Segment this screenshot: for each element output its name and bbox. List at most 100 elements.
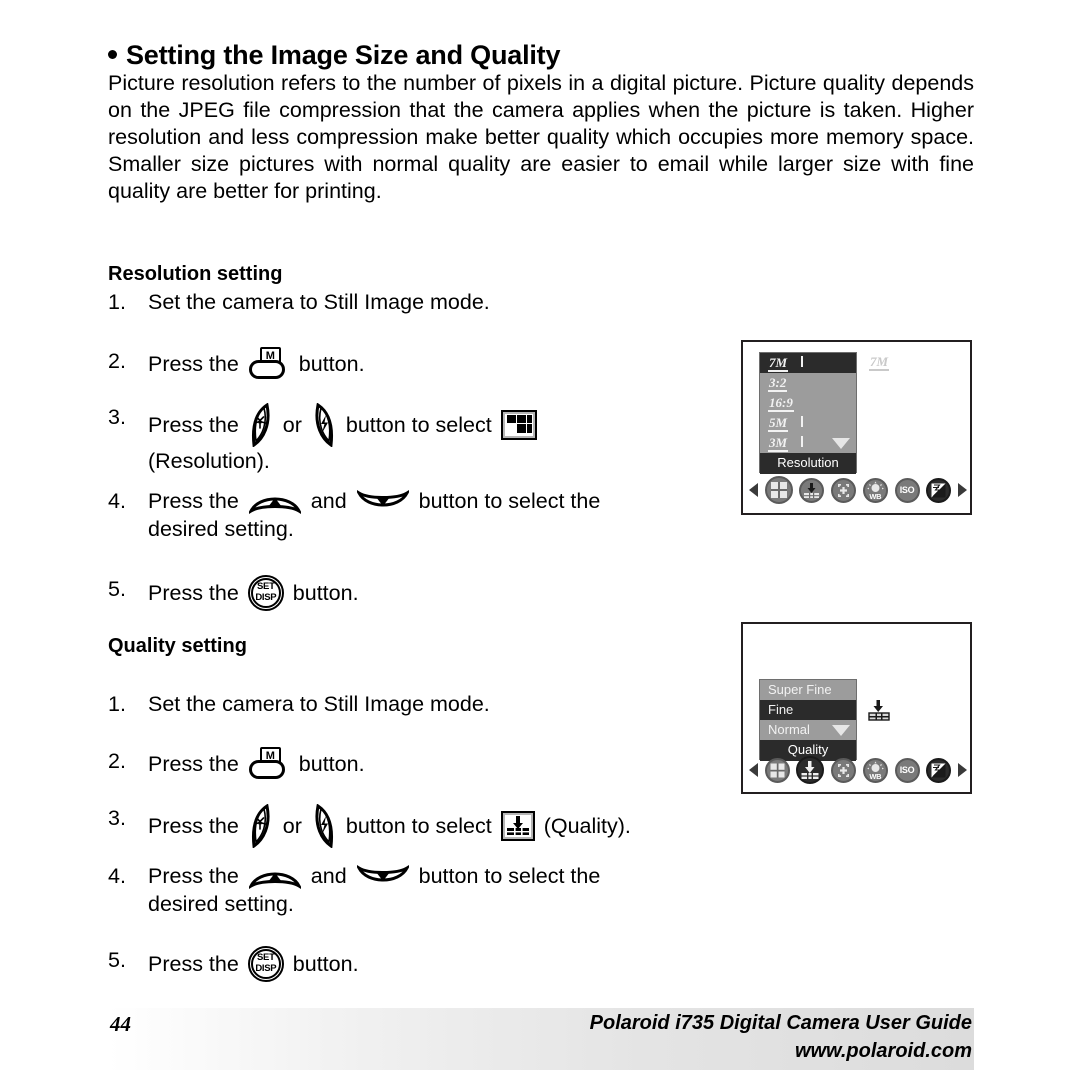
iso-icon[interactable]: ISO <box>894 757 920 783</box>
step-number: 4. <box>108 489 126 513</box>
step-text-pre: Press the <box>148 952 239 976</box>
resolution-glyph-icon <box>500 410 537 440</box>
step-resolution-1: 1. Set the camera to Still Image mode. <box>108 288 728 316</box>
set-disp-label-disp: DISP <box>255 963 277 974</box>
step-text-post: button. <box>298 352 365 376</box>
white-balance-label: WB <box>869 491 882 501</box>
mode-button-pill <box>248 760 285 779</box>
step-number: 3. <box>108 405 126 429</box>
step-number: 4. <box>108 864 126 888</box>
document-page: Setting the Image Size and Quality Pictu… <box>0 0 1080 1080</box>
quality-icon[interactable] <box>799 477 825 503</box>
step-text-mid: or <box>282 413 302 437</box>
menu-item-label: 3M <box>768 435 789 452</box>
resolution-icon[interactable] <box>764 757 790 783</box>
step-text: Set the camera to Still Image mode. <box>148 290 490 314</box>
caret-down-icon[interactable] <box>832 725 850 736</box>
focus-icon[interactable] <box>831 757 857 783</box>
focus-icon[interactable] <box>831 477 857 503</box>
settings-icon-strip: WB ISO <box>749 475 967 505</box>
mp-tick-icon <box>801 416 803 427</box>
step-number: 5. <box>108 577 126 601</box>
menu-item-label: Normal <box>768 722 810 737</box>
strip-left-arrow-icon[interactable] <box>749 483 758 497</box>
settings-icon-strip: WB ISO <box>749 755 967 785</box>
step-resolution-2: 2. Press the M button. <box>108 347 728 381</box>
step-text-line2: (Resolution). <box>148 449 270 473</box>
menu-item-label: 3:2 <box>768 375 788 392</box>
step-text-pre: Press the <box>148 581 239 605</box>
quality-indicator-icon <box>867 700 891 722</box>
lcd-screenshot-resolution: 7M 3:2 16:9 5M 3M Resolution 7M WB ISO <box>741 340 972 515</box>
step-text-pre: Press the <box>148 352 239 376</box>
menu-item-normal[interactable]: Normal <box>760 720 856 740</box>
step-text-post: button. <box>292 952 359 976</box>
step-number: 3. <box>108 806 126 830</box>
step-text-mid: and <box>310 489 347 513</box>
page-number: 44 <box>110 1012 131 1036</box>
strip-right-arrow-icon[interactable] <box>957 483 967 497</box>
step-number: 2. <box>108 349 126 373</box>
footer-guide-title: Polaroid i735 Digital Camera User Guide <box>589 1012 972 1034</box>
iso-label: ISO <box>899 485 915 495</box>
step-text-post: button to select <box>345 814 492 838</box>
macro-left-button-icon <box>247 804 275 848</box>
quality-menu[interactable]: Super Fine Fine Normal Quality <box>759 679 857 761</box>
step-quality-1: 1. Set the camera to Still Image mode. <box>108 690 728 718</box>
up-button-icon <box>248 864 301 890</box>
step-number: 1. <box>108 290 126 314</box>
menu-item-3m[interactable]: 3M <box>760 433 856 453</box>
mp-tick-icon <box>801 436 803 447</box>
set-disp-label-set: SET <box>257 952 275 963</box>
quality-glyph-icon <box>500 811 535 841</box>
page-title: Setting the Image Size and Quality <box>108 40 560 71</box>
iso-label: ISO <box>899 765 915 775</box>
step-text-pre: Press the <box>148 413 239 437</box>
menu-item-label: 16:9 <box>768 395 794 412</box>
step-text: Set the camera to Still Image mode. <box>148 692 490 716</box>
step-text-line2: desired setting. <box>148 517 294 541</box>
mp-tick-icon <box>801 356 803 367</box>
step-text-pre: Press the <box>148 489 239 513</box>
white-balance-icon[interactable]: WB <box>862 477 888 503</box>
ev-compensation-icon[interactable] <box>926 757 952 783</box>
menu-item-7m[interactable]: 7M <box>760 353 856 373</box>
menu-item-label: 5M <box>768 415 789 432</box>
iso-icon[interactable]: ISO <box>894 477 920 503</box>
resolution-icon[interactable] <box>764 476 793 504</box>
step-quality-2: 2. Press the M button. <box>108 747 728 781</box>
white-balance-label: WB <box>869 771 882 781</box>
step-text-post: button. <box>292 581 359 605</box>
step-resolution-4: 4. Press the and button to select the de… <box>108 487 748 543</box>
menu-footer-label: Resolution <box>760 453 856 474</box>
step-text-post: button to select <box>345 413 492 437</box>
menu-item-super-fine[interactable]: Super Fine <box>760 680 856 700</box>
quality-icon[interactable] <box>796 756 825 784</box>
menu-item-5m[interactable]: 5M <box>760 413 856 433</box>
menu-item-fine[interactable]: Fine <box>760 700 856 720</box>
step-quality-3: 3. Press the or button to select (Qualit… <box>108 804 788 848</box>
menu-item-16-9[interactable]: 16:9 <box>760 393 856 413</box>
bullet-dot-icon <box>108 50 117 60</box>
set-disp-button-icon: SET DISP <box>247 575 284 611</box>
menu-item-3-2[interactable]: 3:2 <box>760 373 856 393</box>
down-button-icon <box>356 864 409 890</box>
step-text-tail: (Quality). <box>543 814 631 838</box>
strip-right-arrow-icon[interactable] <box>957 763 967 777</box>
down-button-icon <box>356 489 409 515</box>
ev-compensation-icon[interactable] <box>926 477 952 503</box>
white-balance-icon[interactable]: WB <box>862 757 888 783</box>
step-text-mid: and <box>310 864 347 888</box>
strip-left-arrow-icon[interactable] <box>749 763 758 777</box>
caret-down-icon[interactable] <box>832 438 850 449</box>
footer-url[interactable]: www.polaroid.com <box>795 1040 972 1063</box>
step-quality-5: 5. Press the SET DISP button. <box>108 946 728 982</box>
flash-right-button-icon <box>310 804 338 848</box>
step-quality-4: 4. Press the and button to select the de… <box>108 862 768 918</box>
lcd-screenshot-quality: Super Fine Fine Normal Quality WB ISO <box>741 622 972 794</box>
step-text-pre: Press the <box>148 752 239 776</box>
mode-button-icon: M <box>248 747 289 781</box>
resolution-menu[interactable]: 7M 3:2 16:9 5M 3M Resolution <box>759 352 857 474</box>
set-disp-label-set: SET <box>257 581 275 592</box>
step-text-pre: Press the <box>148 864 239 888</box>
